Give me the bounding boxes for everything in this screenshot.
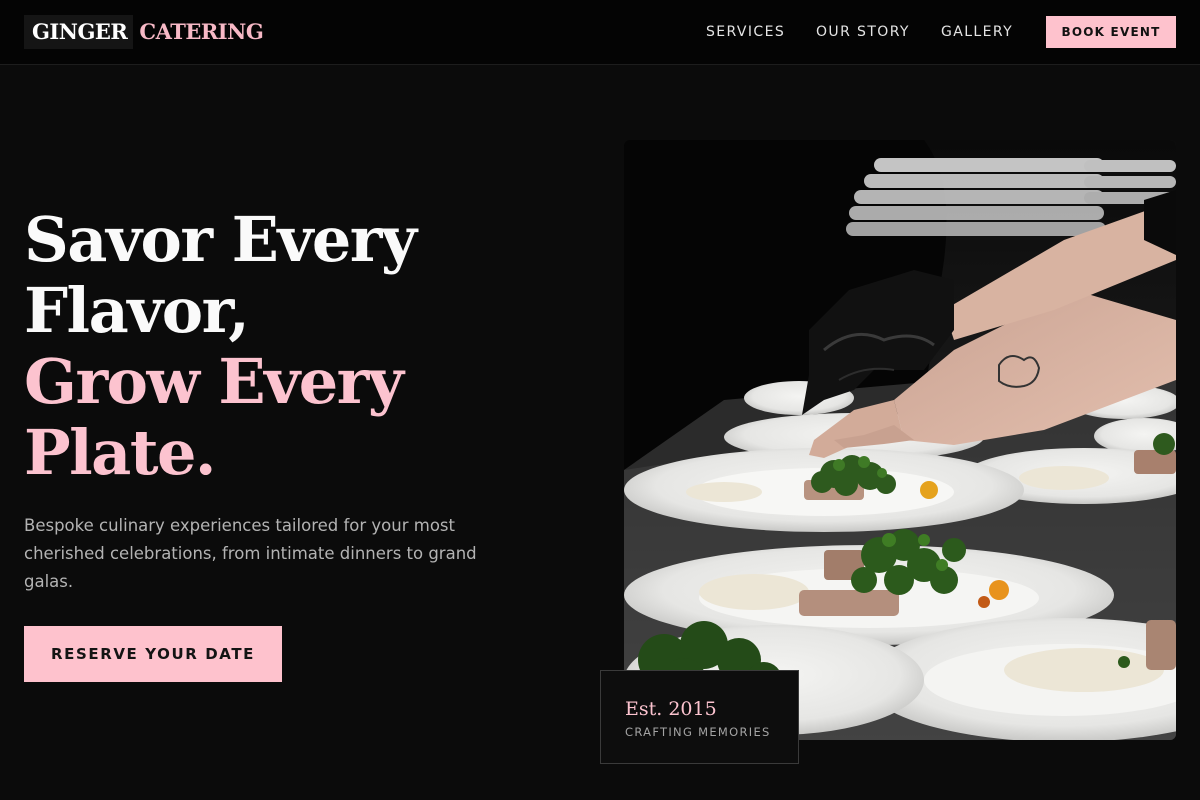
badge-year: Est. 2015 [625, 698, 717, 720]
nav-link-our-story[interactable]: OUR STORY [816, 22, 910, 42]
headline-line-3: Grow Every [24, 345, 404, 418]
hero-subtitle: Bespoke culinary experiences tailored fo… [24, 516, 477, 591]
hero-image-chef-plating [624, 140, 1176, 740]
top-navigation: GINGER CATERING SERVICES OUR STORY GALLE… [0, 0, 1200, 65]
headline-line-1: Savor Every [24, 203, 417, 276]
nav-links: SERVICES OUR STORY GALLERY [0, 22, 1200, 42]
badge-caption: CRAFTING MEMORIES [625, 725, 771, 739]
established-badge: Est. 2015 CRAFTING MEMORIES [600, 670, 799, 764]
headline-line-2: Flavor, [24, 274, 250, 347]
book-event-button[interactable]: BOOK EVENT [1046, 16, 1176, 48]
nav-link-services[interactable]: SERVICES [706, 22, 785, 42]
hero-headline: Savor Every Flavor, Grow Every Plate. [24, 204, 584, 488]
reserve-date-button[interactable]: RESERVE YOUR DATE [24, 626, 282, 682]
nav-link-gallery[interactable]: GALLERY [941, 22, 1013, 42]
headline-line-4: Plate. [24, 416, 217, 489]
